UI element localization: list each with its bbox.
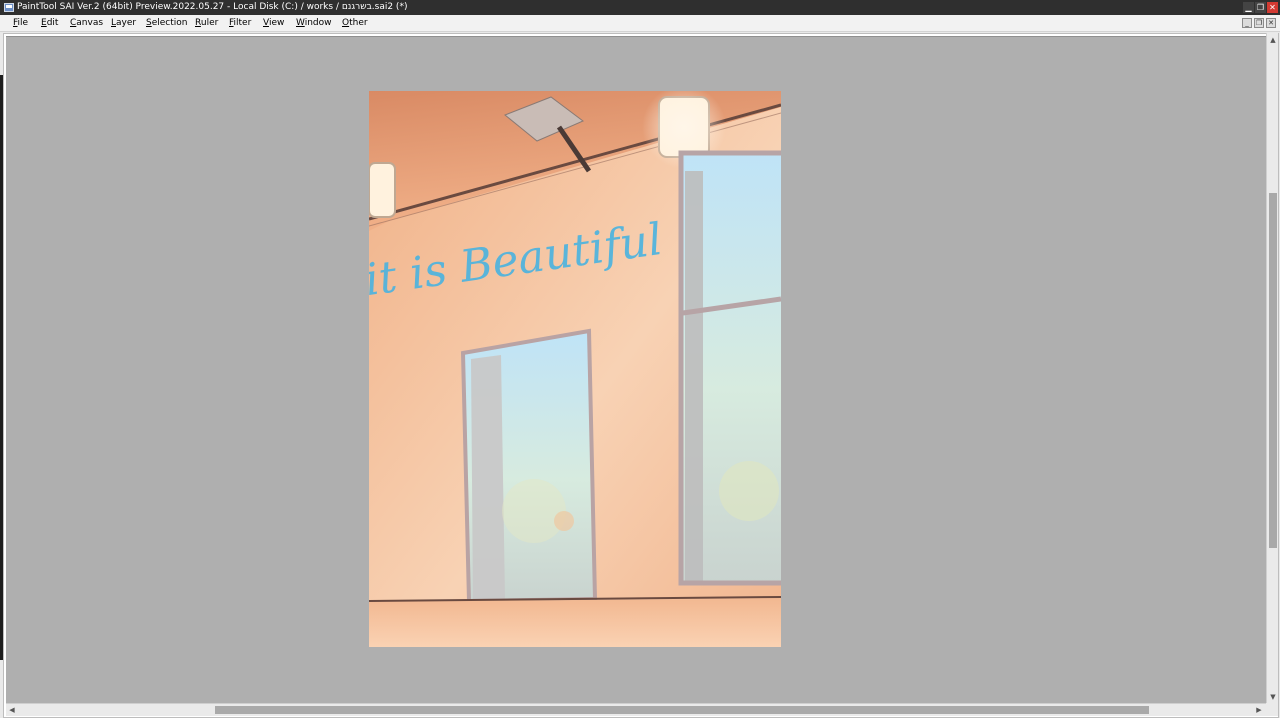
menu-window[interactable]: Window — [296, 15, 332, 31]
doc-minimize-button[interactable]: _ — [1242, 18, 1252, 28]
floor — [369, 599, 781, 647]
menu-view[interactable]: View — [263, 15, 284, 31]
menu-selection[interactable]: Selection — [146, 15, 187, 31]
doc-close-button[interactable]: ✕ — [1266, 18, 1276, 28]
title-bar: PaintTool SAI Ver.2 (64bit) Preview.2022… — [0, 0, 1280, 15]
menu-file[interactable]: File — [13, 15, 28, 31]
vertical-scrollbar[interactable]: ▲ ▼ — [1266, 33, 1278, 703]
scroll-corner — [1266, 703, 1278, 716]
lamp — [369, 162, 396, 218]
artwork: it is Beautiful — [369, 91, 781, 647]
menu-bar: File Edit Canvas Layer Selection Ruler F… — [0, 15, 1280, 32]
window-title: PaintTool SAI Ver.2 (64bit) Preview.2022… — [17, 2, 408, 12]
minimize-button[interactable]: ▁ — [1243, 2, 1254, 13]
menu-canvas[interactable]: Canvas — [70, 15, 103, 31]
maximize-button[interactable]: ❐ — [1255, 2, 1266, 13]
scroll-right-icon[interactable]: ▶ — [1255, 706, 1263, 714]
horizontal-scrollbar[interactable]: ◀ ▶ — [6, 703, 1266, 716]
close-button[interactable]: ✕ — [1267, 2, 1278, 13]
left-dock-edge — [0, 75, 3, 660]
menu-edit[interactable]: Edit — [41, 15, 58, 31]
menu-layer[interactable]: Layer — [111, 15, 136, 31]
menu-ruler[interactable]: Ruler — [195, 15, 218, 31]
vertical-scroll-thumb[interactable] — [1269, 193, 1277, 548]
app-icon[interactable] — [4, 3, 14, 12]
horizontal-scroll-thumb[interactable] — [215, 706, 1149, 714]
menu-filter[interactable]: Filter — [229, 15, 251, 31]
scroll-down-icon[interactable]: ▼ — [1269, 693, 1277, 701]
scroll-up-icon[interactable]: ▲ — [1269, 36, 1277, 44]
drawing-canvas[interactable]: it is Beautiful — [369, 91, 781, 647]
menu-other[interactable]: Other — [342, 15, 368, 31]
scroll-left-icon[interactable]: ◀ — [8, 706, 16, 714]
doc-restore-button[interactable]: ❐ — [1254, 18, 1264, 28]
